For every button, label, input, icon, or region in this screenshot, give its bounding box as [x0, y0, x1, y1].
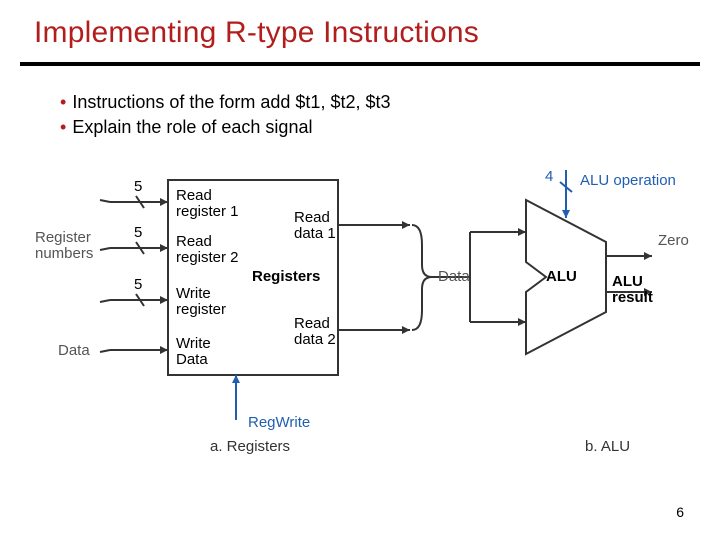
- label-bus5-c: 5: [134, 276, 142, 293]
- label-bus5-a: 5: [134, 178, 142, 195]
- label-zero: Zero: [658, 232, 689, 249]
- bullet-dot-icon: •: [60, 92, 66, 112]
- caption-alu: b. ALU: [585, 438, 630, 455]
- bullet-text: Instructions of the form add $t1, $t2, $…: [72, 92, 390, 112]
- label-write-register: Writeregister: [176, 286, 226, 318]
- label-data-mid: Data: [438, 268, 470, 285]
- label-read-register-2: Readregister 2: [176, 234, 239, 266]
- label-bus5-b: 5: [134, 224, 142, 241]
- diagram-svg: [40, 170, 690, 450]
- label-alu-result: ALUresult: [612, 274, 653, 306]
- label-alu-op-bits: 4: [545, 168, 553, 185]
- label-read-data-1: Readdata 1: [294, 210, 336, 242]
- label-regwrite: RegWrite: [248, 414, 310, 431]
- slide-title: Implementing R-type Instructions: [34, 16, 479, 50]
- label-read-data-2: Readdata 2: [294, 316, 336, 348]
- label-alu-operation: ALU operation: [580, 172, 676, 189]
- label-register-numbers: Registernumbers: [35, 230, 93, 262]
- bullet-list: • Instructions of the form add $t1, $t2, …: [60, 92, 391, 142]
- label-alu: ALU: [546, 268, 577, 285]
- bullet-dot-icon: •: [60, 117, 66, 137]
- label-data-left: Data: [58, 342, 90, 359]
- bullet-item: • Explain the role of each signal: [60, 117, 391, 138]
- label-write-data: WriteData: [176, 336, 211, 368]
- label-registers-title: Registers: [252, 268, 320, 285]
- page-number: 6: [676, 504, 684, 520]
- label-read-register-1: Readregister 1: [176, 188, 239, 220]
- bullet-text: Explain the role of each signal: [72, 117, 312, 137]
- datapath-diagram: Registernumbers Data 5 5 5 Readregister …: [40, 170, 690, 450]
- caption-registers: a. Registers: [210, 438, 290, 455]
- bullet-item: • Instructions of the form add $t1, $t2, …: [60, 92, 391, 113]
- title-divider: [20, 62, 700, 66]
